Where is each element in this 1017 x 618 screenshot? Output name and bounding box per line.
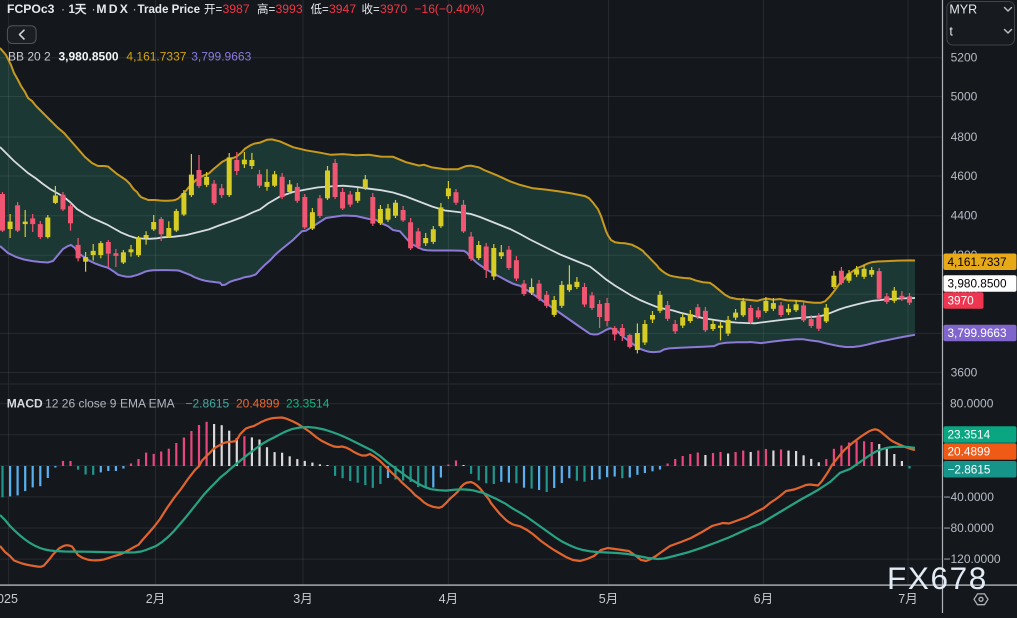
svg-text:FX678: FX678	[887, 560, 988, 596]
svg-text:5月: 5月	[599, 592, 618, 606]
svg-text:3,980.8500: 3,980.8500	[948, 277, 1007, 291]
svg-text:4月: 4月	[439, 592, 458, 606]
svg-text:3月: 3月	[293, 592, 312, 606]
svg-text:20.4899: 20.4899	[948, 445, 991, 459]
svg-text:2025: 2025	[0, 592, 18, 606]
svg-text:4800: 4800	[951, 130, 978, 144]
svg-text:−80.0000: −80.0000	[944, 521, 995, 535]
svg-text:3,799.9663: 3,799.9663	[948, 326, 1007, 340]
svg-text:6月: 6月	[754, 592, 773, 606]
svg-text:t: t	[949, 24, 953, 38]
svg-text:4400: 4400	[951, 209, 978, 223]
svg-text:−40.0000: −40.0000	[944, 490, 995, 504]
svg-text:MYR: MYR	[949, 3, 977, 17]
svg-text:4600: 4600	[951, 169, 978, 183]
svg-text:23.3514: 23.3514	[948, 428, 991, 442]
svg-text:4,161.7337: 4,161.7337	[948, 255, 1007, 269]
svg-text:3600: 3600	[951, 366, 978, 380]
svg-text:5000: 5000	[951, 90, 978, 104]
svg-text:BB 20 23,980.85004,161.73373,7: BB 20 23,980.85004,161.73373,799.9663	[8, 50, 252, 64]
svg-text:−2.8615: −2.8615	[948, 462, 991, 476]
svg-text:3970: 3970	[948, 294, 975, 308]
svg-text:2月: 2月	[146, 592, 165, 606]
svg-text:5200: 5200	[951, 51, 978, 65]
svg-text:80.0000: 80.0000	[950, 397, 994, 411]
